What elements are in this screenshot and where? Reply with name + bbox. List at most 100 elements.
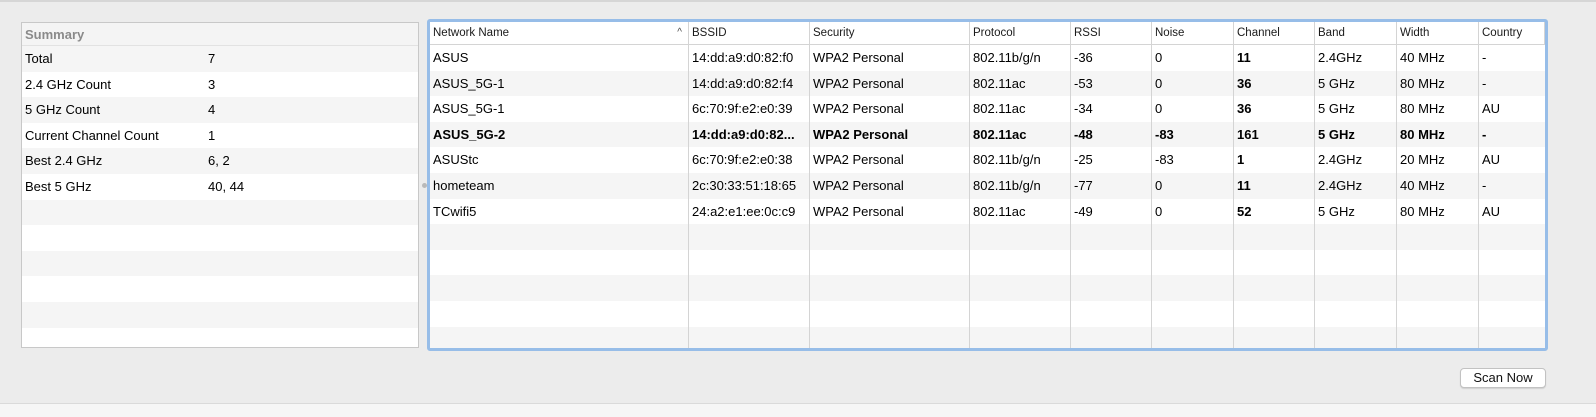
cell-bssid: 14:dd:a9:d0:82:f4 [692,75,794,91]
summary-label: Best 2.4 GHz [25,153,103,169]
summary-row: Current Channel Count 1 [22,123,418,149]
column-header-name[interactable]: Network Name ^ [430,22,689,44]
column-header-noise[interactable]: Noise [1152,22,1234,44]
column-header-channel[interactable]: Channel [1234,22,1315,44]
summary-label: Best 5 GHz [25,178,92,194]
cell-protocol: 802.11ac [973,101,1026,117]
cell-band: 5 GHz [1318,75,1355,91]
summary-value: 3 [208,76,216,92]
cell-width: 40 MHz [1400,178,1445,193]
cell-security: WPA2 Personal [813,101,904,117]
summary-list: Total 7 2.4 GHz Count 3 5 GHz Count 4 Current … [22,46,418,347]
summary-panel: Summary Total 7 2.4 GHz Count 3 5 GHz Count 4… [21,22,419,348]
table-row[interactable]: ASUStc 6c:70:9f:e2:e0:38 WPA2 Personal 802.… [430,147,1545,173]
cell-channel: 11 [1237,178,1251,193]
networks-table[interactable]: Network Name ^ BSSID Security Protocol RSSI No… [427,19,1548,351]
cell-country: AU [1482,203,1501,219]
empty-table-row [430,301,1545,327]
table-row[interactable]: ASUS 14:dd:a9:d0:82:f0 WPA2 Personal 802.11… [430,45,1545,71]
networks-table-inner: Network Name ^ BSSID Security Protocol RSSI No… [430,22,1545,348]
empty-table-row [430,224,1545,250]
cell-noise: 0 [1155,50,1163,65]
summary-row: Best 5 GHz 40, 44 [22,174,418,200]
cell-noise: 0 [1155,75,1163,91]
cell-name: hometeam [433,178,495,193]
column-header-security[interactable]: Security [810,22,970,44]
cell-security: WPA2 Personal [813,75,904,91]
cell-band: 5 GHz [1318,203,1355,219]
summary-row: 2.4 GHz Count 3 [22,72,418,98]
cell-channel: 161 [1237,126,1259,142]
cell-security: WPA2 Personal [813,126,909,142]
cell-protocol: 802.11ac [973,126,1027,142]
cell-security: WPA2 Personal [813,203,904,219]
empty-table-row [430,250,1545,276]
cell-country: AU [1482,101,1501,117]
sort-ascending-icon: ^ [677,27,682,38]
cell-noise: 0 [1155,101,1163,117]
column-header-protocol[interactable]: Protocol [970,22,1071,44]
cell-bssid: 2c:30:33:51:18:65 [692,178,797,193]
summary-value: 7 [208,51,216,66]
summary-value: 6, 2 [208,153,230,169]
summary-label: Total [25,51,53,66]
summary-empty-row [22,250,418,277]
column-header-width[interactable]: Width [1397,22,1479,44]
cell-country: - [1482,75,1487,91]
column-divider [1070,45,1071,348]
summary-value: 1 [208,127,216,143]
summary-title: Summary [22,23,418,46]
column-header-label: Protocol [973,27,1016,39]
table-row[interactable]: hometeam 2c:30:33:51:18:65 WPA2 Personal 80… [430,173,1545,199]
column-header-label: RSSI [1074,27,1101,39]
cell-name: ASUS_5G-1 [433,101,505,117]
cell-security: WPA2 Personal [813,178,904,193]
summary-row: Total 7 [22,46,418,72]
cell-name: ASUStc [433,152,479,168]
cell-name: ASUS [433,50,469,65]
cell-channel: 1 [1237,152,1245,168]
cell-country: - [1482,50,1487,65]
column-header-label: Country [1482,27,1523,39]
summary-row: 5 GHz Count 4 [22,97,418,123]
summary-value: 4 [208,102,216,118]
column-header-label: Channel [1237,27,1280,39]
cell-security: WPA2 Personal [813,50,904,65]
column-header-bssid[interactable]: BSSID [689,22,810,44]
cell-name: ASUS_5G-1 [433,75,505,91]
table-row[interactable]: ASUS_5G-1 14:dd:a9:d0:82:f4 WPA2 Personal 8… [430,70,1545,97]
table-row[interactable]: TCwifi5 24:a2:e1:ee:0c:c9 WPA2 Personal 802… [430,199,1545,225]
summary-row: Best 2.4 GHz 6, 2 [22,148,418,174]
column-header-rssi[interactable]: RSSI [1071,22,1152,44]
cell-name: TCwifi5 [433,203,477,219]
column-header-band[interactable]: Band [1315,22,1397,44]
cell-rssi: -34 [1074,101,1093,117]
cell-country: - [1482,178,1487,193]
cell-band: 2.4GHz [1318,152,1363,168]
cell-channel: 36 [1237,101,1252,117]
table-header: Network Name ^ BSSID Security Protocol RSSI No… [430,22,1545,45]
empty-table-row [430,326,1545,348]
column-header-label: BSSID [692,27,727,39]
summary-label: Current Channel Count [25,127,159,143]
cell-width: 80 MHz [1400,126,1445,142]
column-header-label: Width [1400,27,1430,39]
cell-bssid: 6c:70:9f:e2:e0:39 [692,101,793,117]
cell-channel: 11 [1237,50,1251,65]
table-row[interactable]: ASUS_5G-2 14:dd:a9:d0:82... WPA2 Personal 8… [430,121,1545,148]
table-row[interactable]: ASUS_5G-1 6c:70:9f:e2:e0:39 WPA2 Personal 8… [430,96,1545,122]
scan-now-button[interactable]: Scan Now [1460,368,1546,388]
cell-rssi: -53 [1074,75,1093,91]
column-header-country[interactable]: Country [1479,22,1545,44]
column-header-label: Security [813,27,855,39]
column-divider [1478,45,1479,348]
summary-empty-row [22,199,418,226]
cell-bssid: 6c:70:9f:e2:e0:38 [692,152,793,168]
cell-width: 20 MHz [1400,152,1445,168]
cell-protocol: 802.11b/g/n [973,50,1041,65]
cell-rssi: -36 [1074,50,1093,65]
cell-bssid: 14:dd:a9:d0:82:f0 [692,50,794,65]
summary-empty-row [22,328,418,347]
column-divider [688,45,689,348]
cell-noise: -83 [1155,152,1174,168]
